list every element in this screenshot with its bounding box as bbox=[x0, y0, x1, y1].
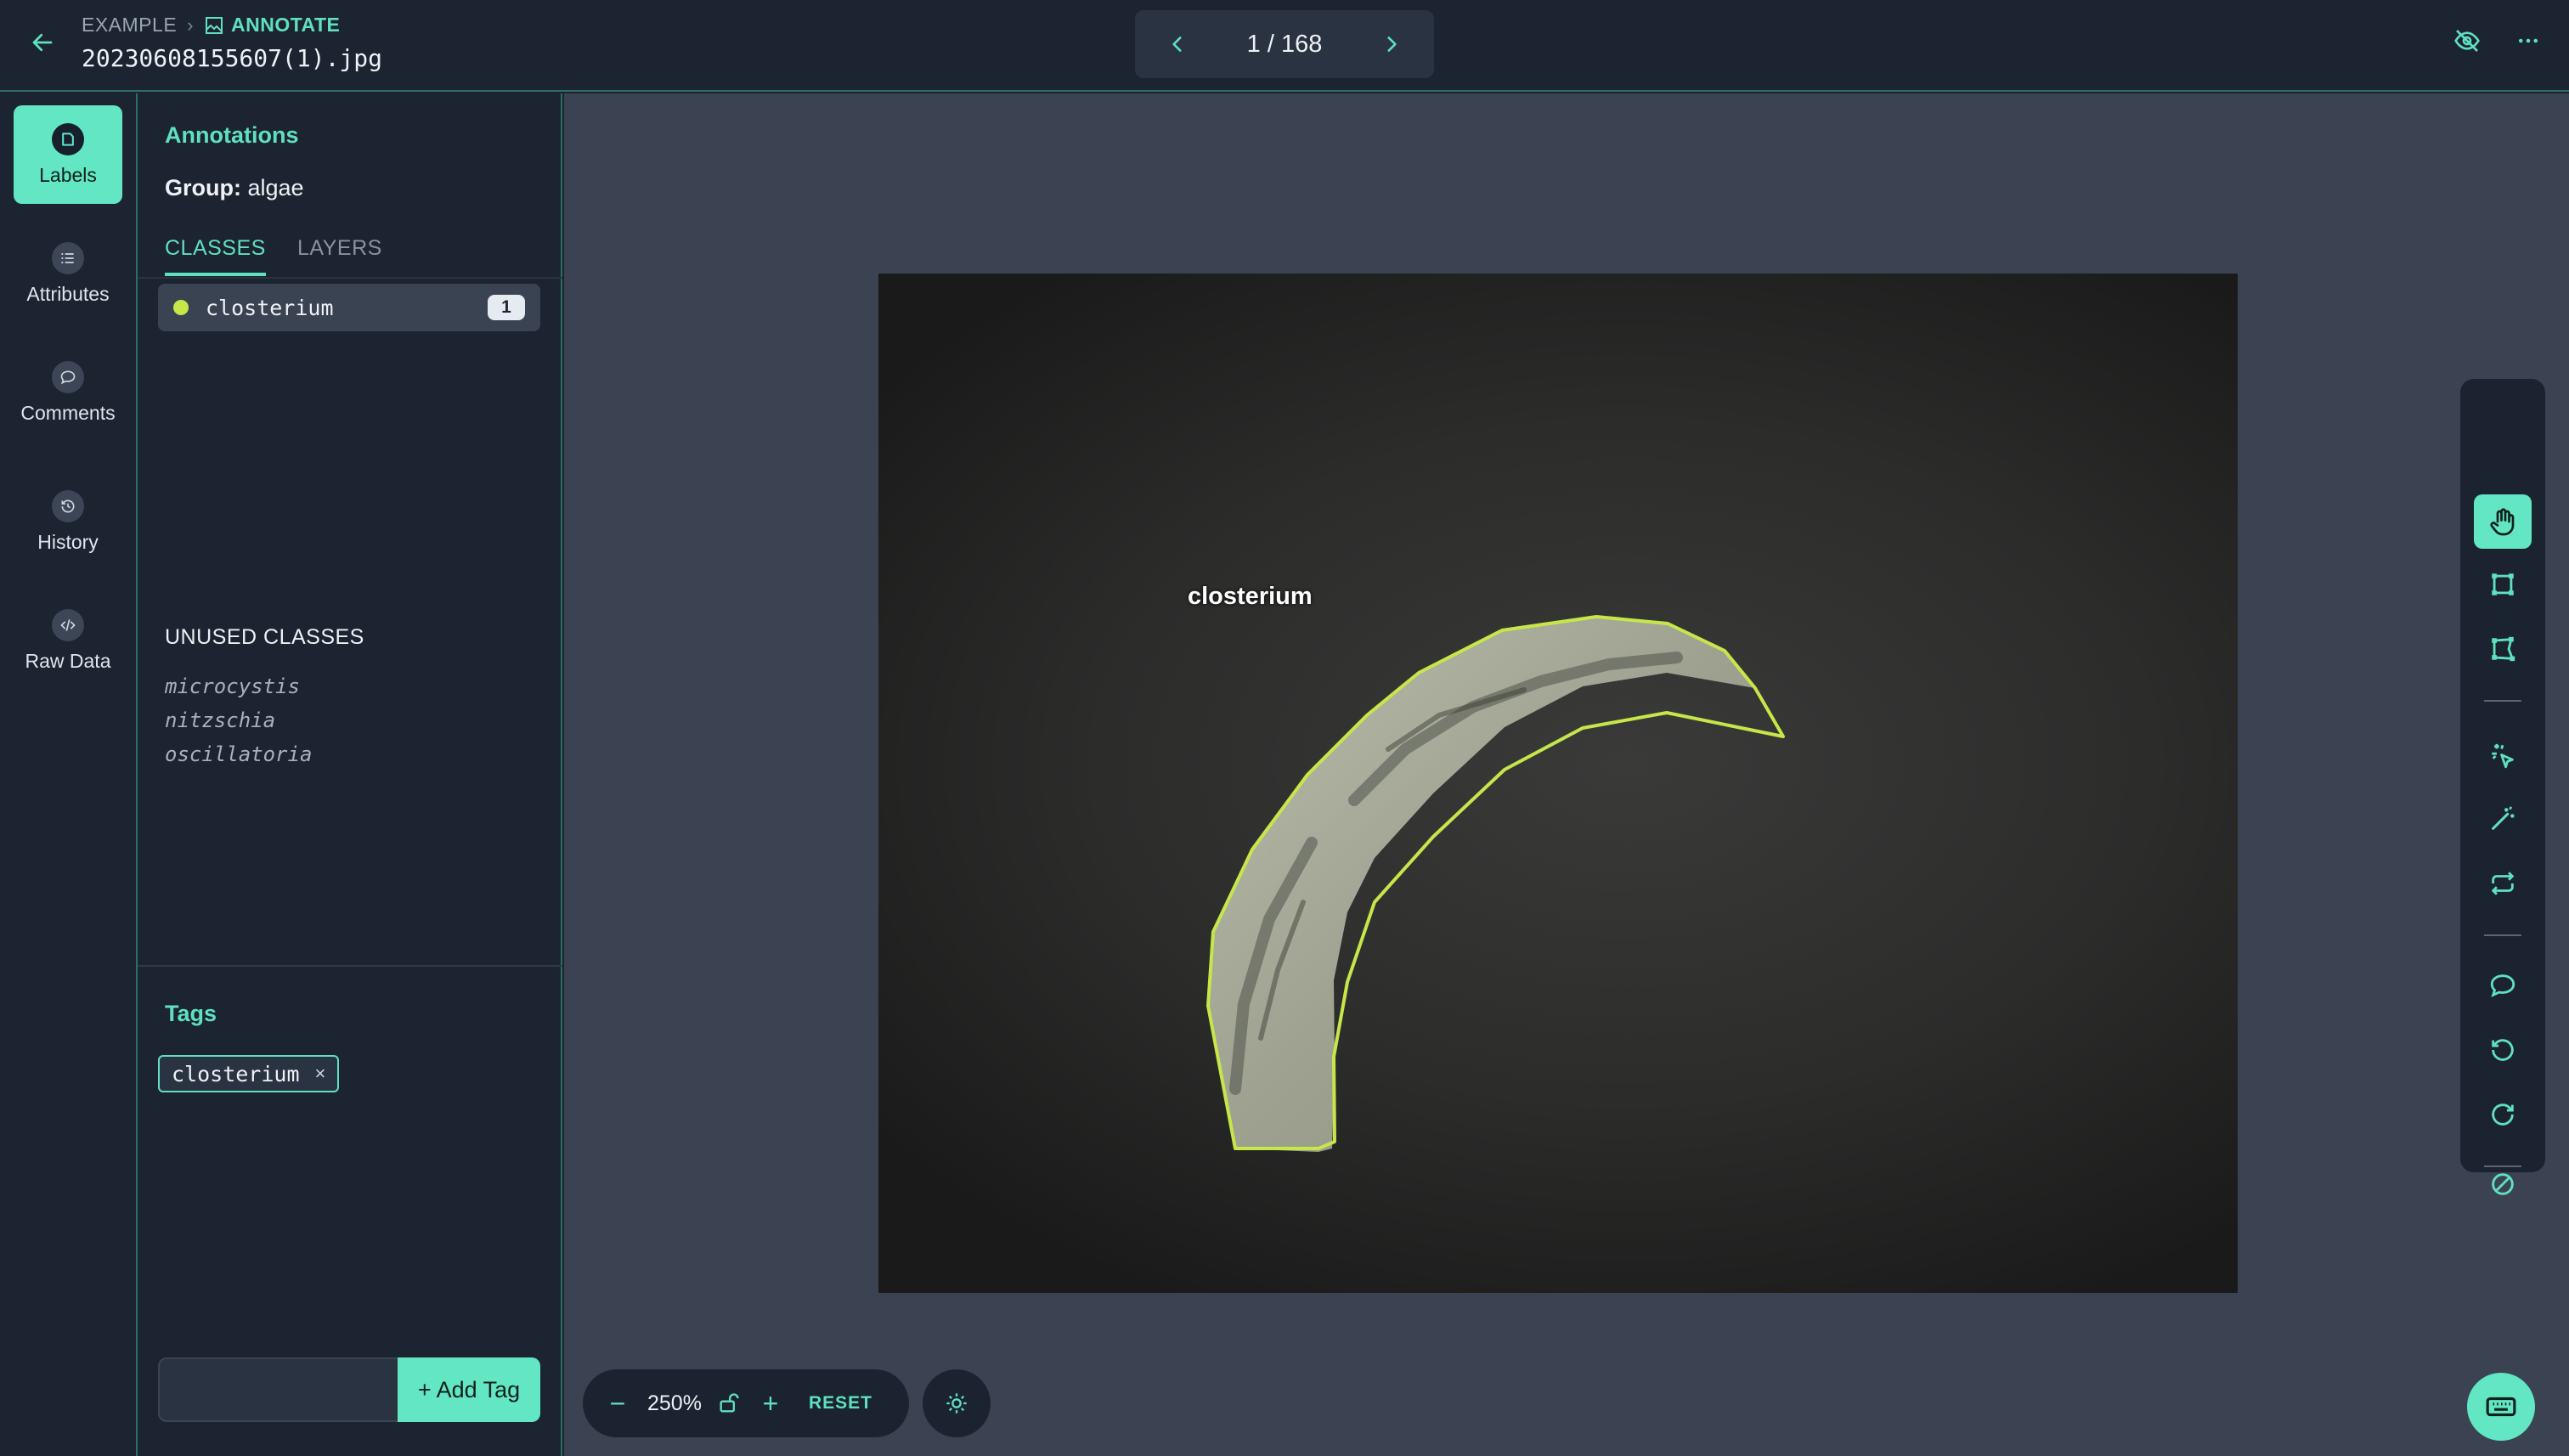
breadcrumb-root[interactable]: EXAMPLE bbox=[82, 14, 177, 37]
toolbar-divider bbox=[2484, 700, 2521, 702]
history-icon bbox=[52, 489, 84, 522]
pager-count: 1 / 168 bbox=[1246, 30, 1323, 58]
unused-class-item[interactable]: oscillatoria bbox=[165, 737, 312, 771]
list-icon bbox=[52, 241, 84, 274]
class-item-closterium[interactable]: closterium 1 bbox=[158, 284, 540, 331]
repeat-icon bbox=[2491, 872, 2515, 895]
hand-icon bbox=[2490, 508, 2515, 536]
annotation-label: closterium bbox=[1188, 583, 1313, 610]
magic-wand-tool-button[interactable] bbox=[2474, 792, 2532, 846]
add-tag-button[interactable]: + Add Tag bbox=[398, 1357, 540, 1422]
tag-label: closterium bbox=[172, 1061, 300, 1086]
bounding-box-tool-button[interactable] bbox=[2474, 557, 2532, 612]
tab-classes[interactable]: CLASSES bbox=[165, 236, 266, 276]
annotations-panel: Annotations Group: algae CLASSES LAYERS … bbox=[138, 93, 562, 1456]
reset-zoom-button[interactable]: RESET bbox=[809, 1393, 872, 1414]
prohibited-icon bbox=[2492, 1173, 2514, 1195]
unused-classes-title: UNUSED CLASSES bbox=[165, 625, 364, 649]
rail-item-raw-data[interactable]: Raw Data bbox=[14, 591, 122, 690]
unused-class-item[interactable]: microcystis bbox=[165, 669, 312, 703]
more-horizontal-icon bbox=[2519, 38, 2538, 43]
unlock-icon bbox=[720, 1393, 739, 1413]
chevron-right-icon: › bbox=[187, 14, 194, 36]
image-pager: 1 / 168 bbox=[1135, 10, 1434, 78]
keyboard-shortcuts-button[interactable] bbox=[2467, 1373, 2535, 1441]
pan-tool-button[interactable] bbox=[2474, 494, 2532, 549]
undo-icon bbox=[2492, 1039, 2514, 1061]
zoom-level: 250% bbox=[647, 1391, 702, 1415]
zoom-out-button[interactable]: − bbox=[603, 1388, 632, 1419]
rail-item-comments[interactable]: Comments bbox=[14, 343, 122, 442]
rail-item-label: History bbox=[37, 530, 99, 553]
undo-button[interactable] bbox=[2474, 1023, 2532, 1077]
rail-item-labels[interactable]: Labels bbox=[14, 105, 122, 204]
redo-button[interactable] bbox=[2474, 1087, 2532, 1142]
rail-item-label: Raw Data bbox=[25, 649, 111, 672]
comment-icon bbox=[2490, 974, 2515, 997]
left-rail: Labels Attributes Comments History Raw D… bbox=[0, 93, 138, 1456]
comment-icon bbox=[52, 360, 84, 393]
class-color-dot bbox=[173, 300, 189, 315]
tag-chip: closterium × bbox=[158, 1055, 340, 1092]
group-label: Group: bbox=[165, 175, 241, 200]
tag-remove-icon[interactable]: × bbox=[315, 1063, 326, 1085]
group-value: algae bbox=[247, 175, 304, 200]
prev-image-button[interactable] bbox=[1160, 27, 1194, 61]
eye-off-icon bbox=[2454, 30, 2480, 52]
toggle-visibility-button[interactable] bbox=[2450, 24, 2484, 58]
rail-item-label: Comments bbox=[20, 401, 116, 424]
next-image-button[interactable] bbox=[1375, 27, 1409, 61]
top-bar: EXAMPLE › ANNOTATE 20230608155607(1).jpg… bbox=[0, 0, 2569, 92]
smart-select-tool-button[interactable] bbox=[2474, 729, 2532, 783]
arrow-left-icon bbox=[32, 33, 53, 52]
breadcrumb-current: ANNOTATE bbox=[204, 14, 340, 37]
unused-class-item[interactable]: nitzschia bbox=[165, 703, 312, 737]
tool-palette bbox=[2460, 379, 2545, 1172]
sparkle-cursor-icon bbox=[2492, 743, 2514, 769]
polygon-icon bbox=[2492, 636, 2515, 662]
bounding-box-icon bbox=[2492, 573, 2514, 595]
repeat-tool-button[interactable] bbox=[2474, 856, 2532, 911]
class-count-badge: 1 bbox=[488, 295, 525, 320]
unused-classes-list: microcystis nitzschia oscillatoria bbox=[165, 669, 312, 771]
comment-tool-button[interactable] bbox=[2474, 958, 2532, 1013]
keyboard-icon bbox=[2486, 1397, 2516, 1417]
brightness-button[interactable] bbox=[923, 1369, 991, 1437]
breadcrumb: EXAMPLE › ANNOTATE bbox=[82, 14, 340, 37]
back-button[interactable] bbox=[25, 25, 59, 59]
breadcrumb-current-label: ANNOTATE bbox=[230, 14, 341, 36]
chevron-right-icon bbox=[1387, 37, 1397, 52]
group-info: Group: algae bbox=[165, 175, 304, 201]
rail-item-history[interactable]: History bbox=[14, 472, 122, 571]
divider bbox=[138, 965, 562, 967]
tag-input[interactable] bbox=[158, 1357, 404, 1422]
file-name: 20230608155607(1).jpg bbox=[82, 44, 383, 72]
rail-item-label: Labels bbox=[39, 163, 97, 186]
more-options-button[interactable] bbox=[2511, 24, 2545, 58]
tab-layers[interactable]: LAYERS bbox=[297, 236, 382, 273]
tags-title: Tags bbox=[165, 1001, 217, 1026]
clear-annotations-button[interactable] bbox=[2474, 1157, 2532, 1211]
zoom-lock-button[interactable] bbox=[717, 1391, 741, 1415]
annotation-canvas[interactable]: closterium − 250% + RESET bbox=[564, 93, 2569, 1456]
code-icon bbox=[52, 608, 84, 641]
sun-icon bbox=[946, 1393, 967, 1414]
rail-item-label: Attributes bbox=[26, 282, 110, 305]
panel-title: Annotations bbox=[165, 122, 299, 148]
annotate-icon bbox=[205, 16, 223, 34]
label-icon bbox=[52, 122, 84, 155]
class-name: closterium bbox=[206, 295, 334, 320]
polygon-tool-button[interactable] bbox=[2474, 622, 2532, 676]
rail-item-attributes[interactable]: Attributes bbox=[14, 224, 122, 323]
annotation-overlay bbox=[1206, 615, 1785, 1152]
panel-tabs: CLASSES LAYERS bbox=[138, 221, 562, 279]
magic-wand-icon bbox=[2492, 806, 2515, 830]
zoom-controls: − 250% + RESET bbox=[583, 1369, 909, 1437]
zoom-in-button[interactable]: + bbox=[756, 1388, 785, 1419]
image-viewport[interactable]: closterium bbox=[878, 274, 2238, 1293]
toolbar-divider bbox=[2484, 934, 2521, 936]
redo-icon bbox=[2492, 1103, 2514, 1126]
chevron-left-icon bbox=[1172, 37, 1182, 52]
